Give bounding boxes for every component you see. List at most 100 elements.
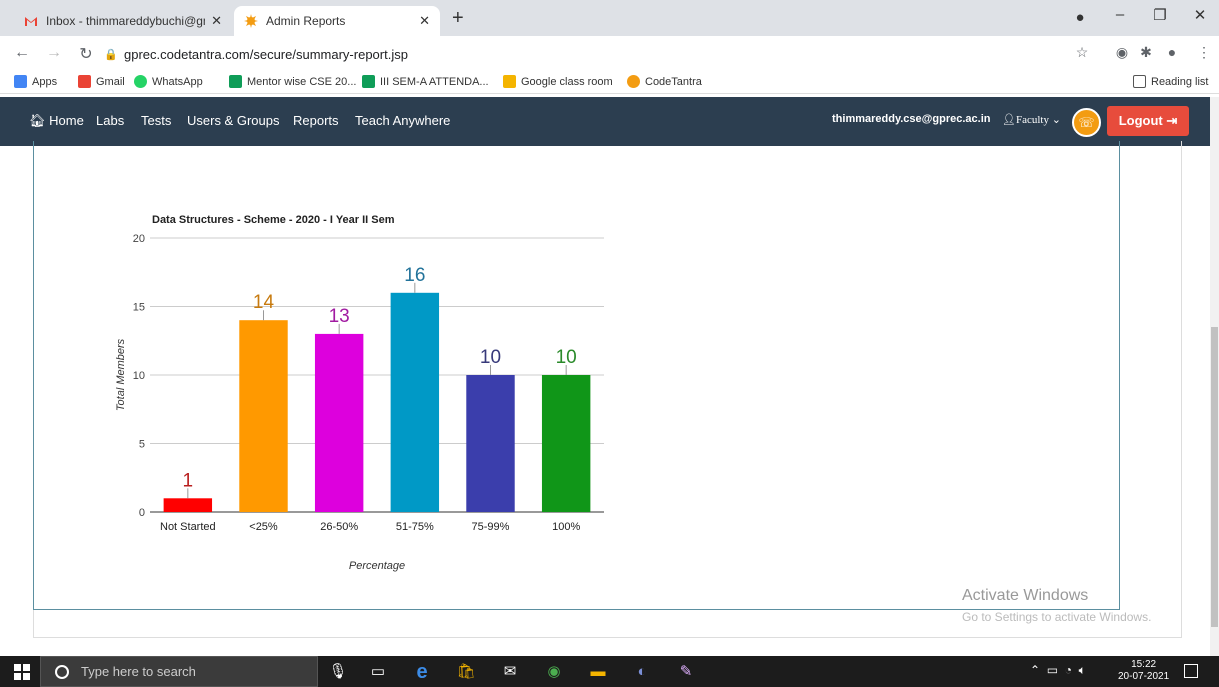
user-email: thimmareddy.cse@gprec.ac.in — [832, 113, 991, 125]
phone-icon[interactable]: ☏ — [1072, 108, 1101, 137]
forward-arrow-icon[interactable]: → — [44, 44, 64, 62]
paint-icon[interactable]: ✎ — [676, 662, 696, 682]
sheets-icon — [362, 75, 375, 88]
scrollbar-thumb[interactable] — [1211, 327, 1218, 627]
browser-tab-strip: Inbox - thimmareddybuchi@gma ✕ Admin Rep… — [0, 0, 1219, 36]
y-tick-label: 20 — [133, 233, 145, 245]
scrollbar[interactable] — [1210, 97, 1219, 656]
x-tick-label: 100% — [552, 521, 580, 533]
data-label: 10 — [556, 347, 577, 368]
nav-home[interactable]: 🏠︎ Home — [29, 113, 84, 129]
bookmark-mentor[interactable]: Mentor wise CSE 20... — [229, 75, 356, 88]
windows-start-icon[interactable] — [14, 664, 30, 680]
bookmarks-bar: Apps Gmail WhatsApp Mentor wise CSE 20..… — [0, 72, 1219, 94]
reading-list-icon — [1133, 75, 1146, 88]
bookmark-apps[interactable]: Apps — [14, 75, 57, 88]
home-icon: 🏠︎ — [29, 113, 46, 128]
taskbar-search[interactable]: Type here to search — [40, 656, 318, 687]
logout-button[interactable]: Logout ⇥ — [1107, 106, 1189, 136]
address-bar-row: ← → ↻ 🔒 gprec.codetantra.com/secure/summ… — [0, 36, 1219, 72]
gmail-icon — [25, 17, 37, 26]
y-axis-label: Total Members — [115, 338, 127, 411]
close-window-icon[interactable]: ✕ — [1186, 6, 1214, 24]
data-label: 16 — [404, 265, 425, 286]
chrome-icon[interactable]: ◉ — [544, 662, 564, 682]
clock[interactable]: 15:22 20-07-2021 — [1118, 659, 1169, 683]
puzzle-icon[interactable]: ✱ — [1136, 44, 1156, 61]
bookmark-gmail[interactable]: Gmail — [78, 75, 125, 88]
bar — [466, 375, 515, 512]
apps-grid-icon — [14, 75, 27, 88]
reload-icon[interactable]: ↻ — [76, 44, 96, 64]
codetantra-icon — [244, 14, 258, 28]
back-arrow-icon[interactable]: ← — [12, 44, 32, 62]
bookmark-whatsapp[interactable]: WhatsApp — [134, 75, 203, 88]
nav-reports[interactable]: Reports — [293, 113, 339, 128]
bar — [163, 498, 213, 512]
classroom-icon — [503, 75, 516, 88]
x-tick-label: 51-75% — [396, 521, 434, 533]
extension-icon[interactable]: ◉ — [1112, 44, 1132, 61]
microphone-icon[interactable]: 🎙︎ — [328, 662, 348, 682]
bar-chart: Data Structures - Scheme - 2020 - I Year… — [115, 214, 604, 572]
data-label: 1 — [183, 470, 194, 491]
task-view-icon[interactable]: ▭ — [368, 662, 388, 682]
windows-taskbar: Type here to search 🎙︎ ▭ e 🛍︎ ✉ ◉ ▬ ◐ ✎ … — [0, 656, 1219, 687]
user-icon: 👤︎ — [1002, 114, 1016, 126]
url-input[interactable]: 🔒 gprec.codetantra.com/secure/summary-re… — [104, 41, 1054, 67]
x-tick-label: <25% — [249, 521, 278, 533]
y-tick-label: 5 — [139, 439, 145, 451]
minimize-icon[interactable]: – — [1106, 6, 1134, 23]
tab-admin-reports[interactable]: Admin Reports ✕ — [234, 6, 440, 36]
bookmark-classroom[interactable]: Google class room — [503, 75, 613, 88]
file-explorer-icon[interactable]: ▬ — [588, 662, 608, 682]
system-tray[interactable]: ⌃ ▭ ◔ 🔈︎ — [1030, 663, 1086, 678]
y-tick-label: 0 — [139, 507, 145, 519]
role-dropdown[interactable]: 👤︎Faculty ⌄ — [1002, 113, 1061, 126]
bookmark-codetantra[interactable]: CodeTantra — [627, 75, 702, 88]
bar — [390, 292, 440, 512]
reading-list[interactable]: Reading list — [1133, 75, 1208, 88]
cortana-icon — [55, 664, 69, 679]
gmail-icon — [78, 75, 91, 88]
store-icon[interactable]: 🛍︎ — [456, 662, 476, 682]
activate-windows-watermark: Activate Windows — [962, 587, 1089, 604]
nav-users-groups[interactable]: Users & Groups — [187, 113, 279, 128]
x-tick-label: Not Started — [160, 521, 216, 533]
tab-title: Admin Reports — [266, 14, 346, 28]
nav-tests[interactable]: Tests — [141, 113, 171, 128]
x-axis-label: Percentage — [349, 560, 405, 572]
profile-icon[interactable]: ● — [1066, 9, 1094, 26]
data-label: 13 — [329, 306, 350, 327]
mail-icon[interactable]: ✉ — [500, 662, 520, 682]
y-tick-label: 15 — [133, 302, 145, 314]
close-icon[interactable]: ✕ — [211, 13, 222, 29]
y-tick-label: 10 — [133, 370, 145, 382]
chevron-down-icon: ⌄ — [1051, 114, 1061, 126]
activate-windows-hint: Go to Settings to activate Windows. — [962, 610, 1152, 624]
main-content: Data Structures - Scheme - 2020 - I Year… — [0, 141, 1210, 656]
tab-gmail-inbox[interactable]: Inbox - thimmareddybuchi@gma ✕ — [14, 6, 232, 36]
maximize-icon[interactable]: ❐ — [1146, 6, 1174, 24]
close-icon[interactable]: ✕ — [419, 13, 430, 29]
bar — [239, 320, 288, 512]
app-navbar: 🏠︎ Home Labs Tests Users & Groups Report… — [0, 97, 1210, 146]
bar — [541, 375, 591, 512]
menu-kebab-icon[interactable]: ⋮ — [1194, 44, 1214, 61]
data-label: 14 — [253, 292, 275, 313]
notification-icon[interactable] — [1184, 664, 1198, 678]
tab-title: Inbox - thimmareddybuchi@gma — [46, 14, 206, 28]
nav-labs[interactable]: Labs — [96, 113, 124, 128]
nav-teach-anywhere[interactable]: Teach Anywhere — [355, 113, 450, 128]
avatar[interactable]: ● — [1162, 44, 1182, 60]
new-tab-button[interactable]: + — [452, 8, 464, 28]
whatsapp-icon — [134, 75, 147, 88]
edge-icon[interactable]: e — [412, 662, 432, 682]
star-icon[interactable]: ☆ — [1072, 44, 1092, 61]
logout-icon: ⇥ — [1166, 113, 1178, 128]
eclipse-icon[interactable]: ◐ — [632, 662, 652, 682]
x-tick-label: 75-99% — [472, 521, 510, 533]
codetantra-icon — [627, 75, 640, 88]
x-tick-label: 26-50% — [320, 521, 358, 533]
bookmark-attendance[interactable]: III SEM-A ATTENDA... — [362, 75, 489, 88]
